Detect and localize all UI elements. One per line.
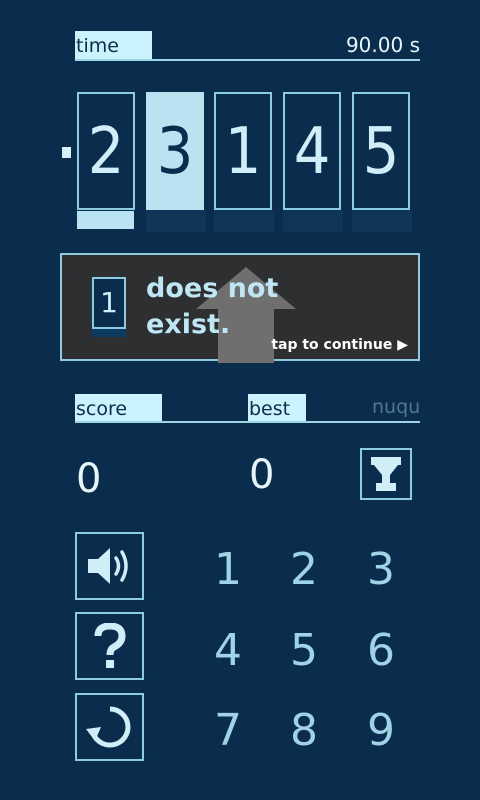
digit-card-5[interactable]: 5 <box>352 92 410 210</box>
key-8[interactable]: 8 <box>274 705 334 756</box>
key-2[interactable]: 2 <box>274 544 334 595</box>
key-7[interactable]: 7 <box>198 705 258 756</box>
key-9[interactable]: 9 <box>351 705 411 756</box>
message-line-1: does not <box>146 273 279 304</box>
score-value: 0 <box>76 456 102 502</box>
trophy-icon <box>371 457 401 491</box>
card-shadow <box>146 210 206 232</box>
speaker-icon <box>87 548 128 584</box>
card-shadow <box>214 210 274 232</box>
key-4[interactable]: 4 <box>198 625 258 676</box>
best-label: best <box>248 394 306 422</box>
score-label: score <box>75 394 162 422</box>
player-name[interactable]: nuqu <box>372 396 420 418</box>
help-button[interactable] <box>75 612 144 680</box>
message-panel[interactable]: 1 does not exist. tap to continue ▶ <box>60 253 420 363</box>
digit-card-2[interactable]: 3 <box>146 92 204 210</box>
tap-to-continue[interactable]: tap to continue ▶ <box>271 337 408 353</box>
card-shadow <box>352 210 412 232</box>
restart-icon <box>85 706 130 748</box>
best-value: 0 <box>249 452 275 498</box>
key-1[interactable]: 1 <box>198 544 258 595</box>
help-icon <box>94 623 126 668</box>
card-shadow <box>283 210 343 232</box>
message-text: does not exist. <box>146 271 336 343</box>
mini-card-shadow <box>92 329 126 337</box>
sound-button[interactable] <box>75 532 144 600</box>
key-5[interactable]: 5 <box>274 625 334 676</box>
key-3[interactable]: 3 <box>351 544 411 595</box>
key-6[interactable]: 6 <box>351 625 411 676</box>
digit-card-3[interactable]: 1 <box>214 92 272 210</box>
time-divider <box>75 59 420 61</box>
selected-card-underline <box>77 211 134 229</box>
restart-button[interactable] <box>75 693 144 761</box>
selection-cursor <box>62 147 71 158</box>
time-remaining: 90.00 s <box>345 33 420 57</box>
missing-digit-card: 1 <box>92 277 126 329</box>
leaderboard-button[interactable] <box>360 448 412 500</box>
stats-divider <box>75 421 420 423</box>
time-label: time <box>75 31 152 59</box>
digit-card-1[interactable]: 2 <box>77 92 135 210</box>
digit-card-4[interactable]: 4 <box>283 92 341 210</box>
